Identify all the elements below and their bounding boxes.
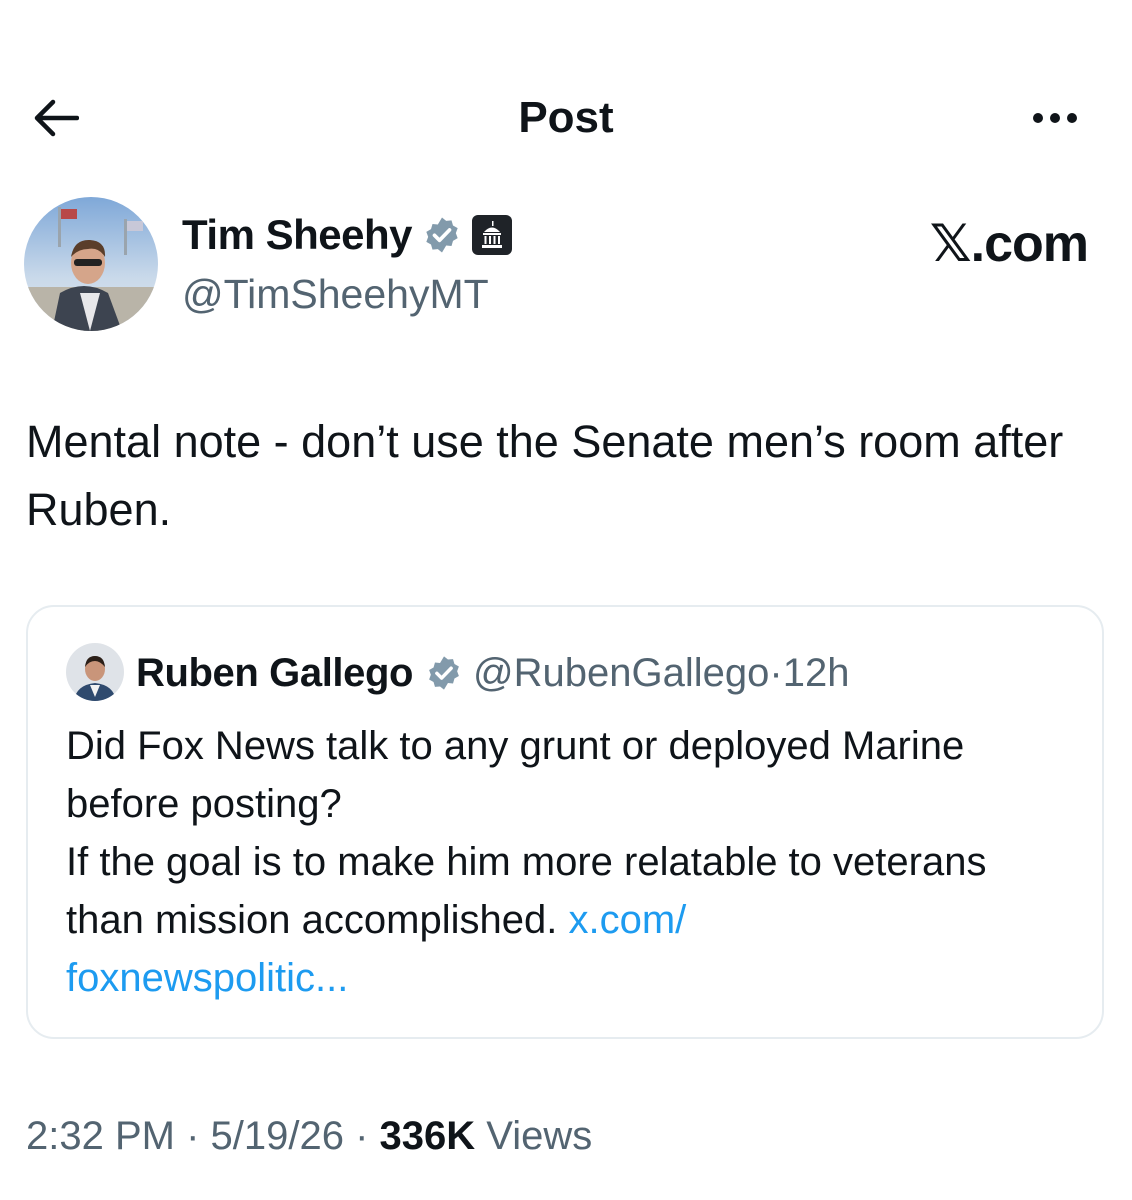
quote-header: Ruben Gallego @RubenGallego · 12h (136, 645, 849, 701)
meta-separator: · (343, 1114, 380, 1158)
author-name-row: Tim Sheehy (182, 207, 512, 263)
verified-badge-icon (429, 656, 459, 690)
post-date[interactable]: 5/19/26 (211, 1114, 344, 1158)
quoted-post-card[interactable]: Ruben Gallego @RubenGallego · 12h Did Fo… (26, 605, 1104, 1039)
more-dot (1050, 113, 1060, 123)
quote-text-container: Did Fox News talk to any grunt or deploy… (66, 717, 1066, 1007)
author-avatar-image (24, 197, 158, 331)
views-count: 336K (379, 1114, 476, 1158)
more-dot (1067, 113, 1077, 123)
verified-badge-icon (426, 217, 458, 253)
quote-separator: · (769, 650, 783, 695)
quote-avatar[interactable] (66, 643, 124, 701)
quote-avatar-image (66, 643, 124, 701)
post-text: Mental note - don’t use the Senate men’s… (26, 416, 1064, 535)
xcom-watermark: 𝕏.com (929, 215, 1089, 273)
author-name[interactable]: Tim Sheehy (182, 207, 412, 263)
quote-time[interactable]: 12h (783, 651, 850, 696)
quote-author-name[interactable]: Ruben Gallego (136, 651, 413, 696)
post-time[interactable]: 2:32 PM (26, 1114, 175, 1158)
more-options-button[interactable] (1020, 96, 1090, 140)
page-title: Post (518, 93, 614, 142)
government-building-icon (471, 215, 512, 255)
views-label: Views (475, 1114, 593, 1158)
more-horizontal-icon (1033, 113, 1043, 123)
author-handle[interactable]: @TimSheehyMT (182, 266, 489, 322)
author-avatar[interactable] (24, 197, 158, 331)
quote-author-handle[interactable]: @RubenGallego (473, 651, 769, 696)
quote-text: Did Fox News talk to any grunt or deploy… (66, 724, 987, 942)
post-meta: 2:32 PM · 5/19/26 · 336K Views (26, 1110, 592, 1162)
meta-separator: · (174, 1114, 211, 1158)
